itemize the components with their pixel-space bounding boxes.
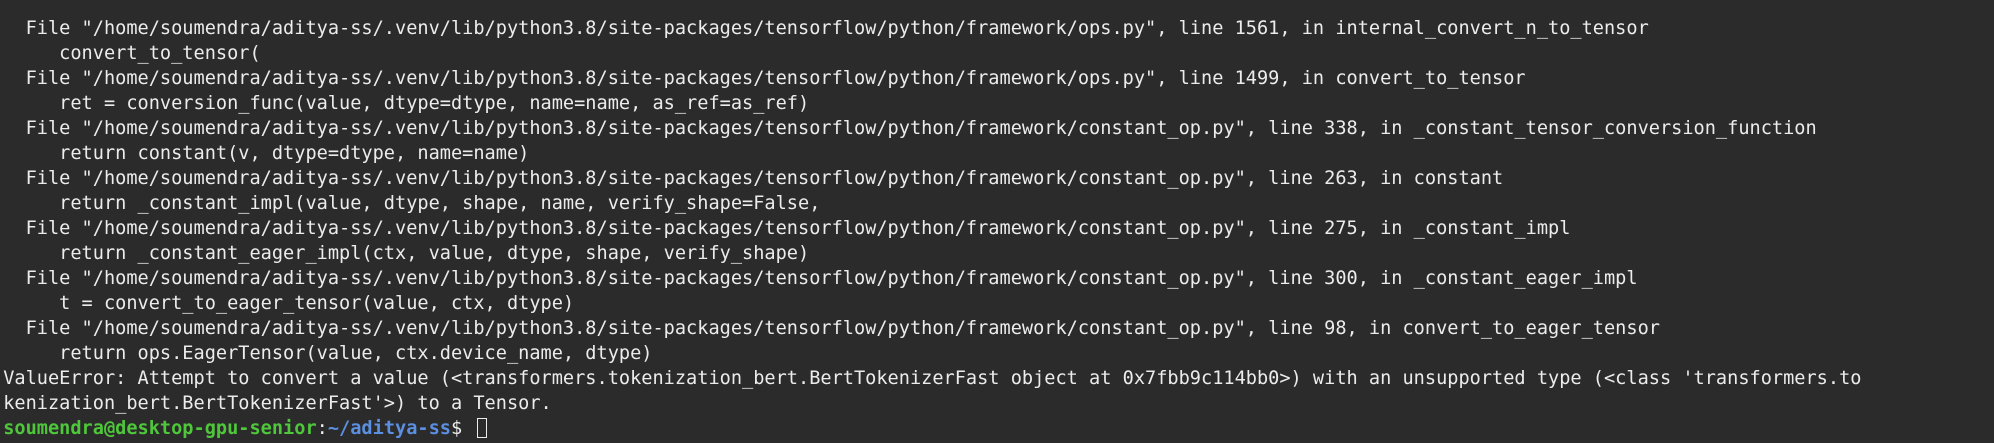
prompt-path: ~/aditya-ss — [327, 418, 451, 439]
traceback-code-line: return _constant_impl(value, dtype, shap… — [0, 193, 821, 214]
traceback-file-line: File "/home/soumendra/aditya-ss/.venv/li… — [0, 118, 1817, 139]
prompt-symbol: $ — [450, 418, 474, 439]
traceback-file-line: File "/home/soumendra/aditya-ss/.venv/li… — [0, 218, 1571, 239]
shell-prompt-line[interactable]: soumendra@desktop-gpu-senior:~/aditya-ss… — [0, 416, 1861, 441]
traceback-code-line: convert_to_tensor( — [0, 43, 261, 64]
traceback-code-line: ret = conversion_func(value, dtype=dtype… — [0, 93, 810, 114]
text-cursor[interactable] — [477, 418, 488, 438]
traceback-file-line: File "/home/soumendra/aditya-ss/.venv/li… — [0, 168, 1504, 189]
prompt-user-host: soumendra@desktop-gpu-senior — [0, 418, 317, 439]
terminal-window[interactable]: File "/home/soumendra/aditya-ss/.venv/li… — [0, 0, 1994, 443]
traceback-code-line: return constant(v, dtype=dtype, name=nam… — [0, 143, 530, 164]
traceback-code-line: t = convert_to_eager_tensor(value, ctx, … — [0, 293, 575, 314]
prompt-separator: : — [316, 418, 328, 439]
error-message-line: ValueError: Attempt to convert a value (… — [0, 368, 1862, 389]
terminal-output: File "/home/soumendra/aditya-ss/.venv/li… — [0, 16, 1861, 441]
traceback-code-line: return ops.EagerTensor(value, ctx.device… — [0, 343, 653, 364]
traceback-file-line: File "/home/soumendra/aditya-ss/.venv/li… — [0, 318, 1660, 339]
traceback-code-line: return _constant_eager_impl(ctx, value, … — [0, 243, 810, 264]
traceback-file-line: File "/home/soumendra/aditya-ss/.venv/li… — [0, 268, 1638, 289]
traceback-file-line: File "/home/soumendra/aditya-ss/.venv/li… — [0, 18, 1649, 39]
error-message-line: kenization_bert.BertTokenizerFast'>) to … — [0, 393, 552, 414]
traceback-file-line: File "/home/soumendra/aditya-ss/.venv/li… — [0, 68, 1526, 89]
